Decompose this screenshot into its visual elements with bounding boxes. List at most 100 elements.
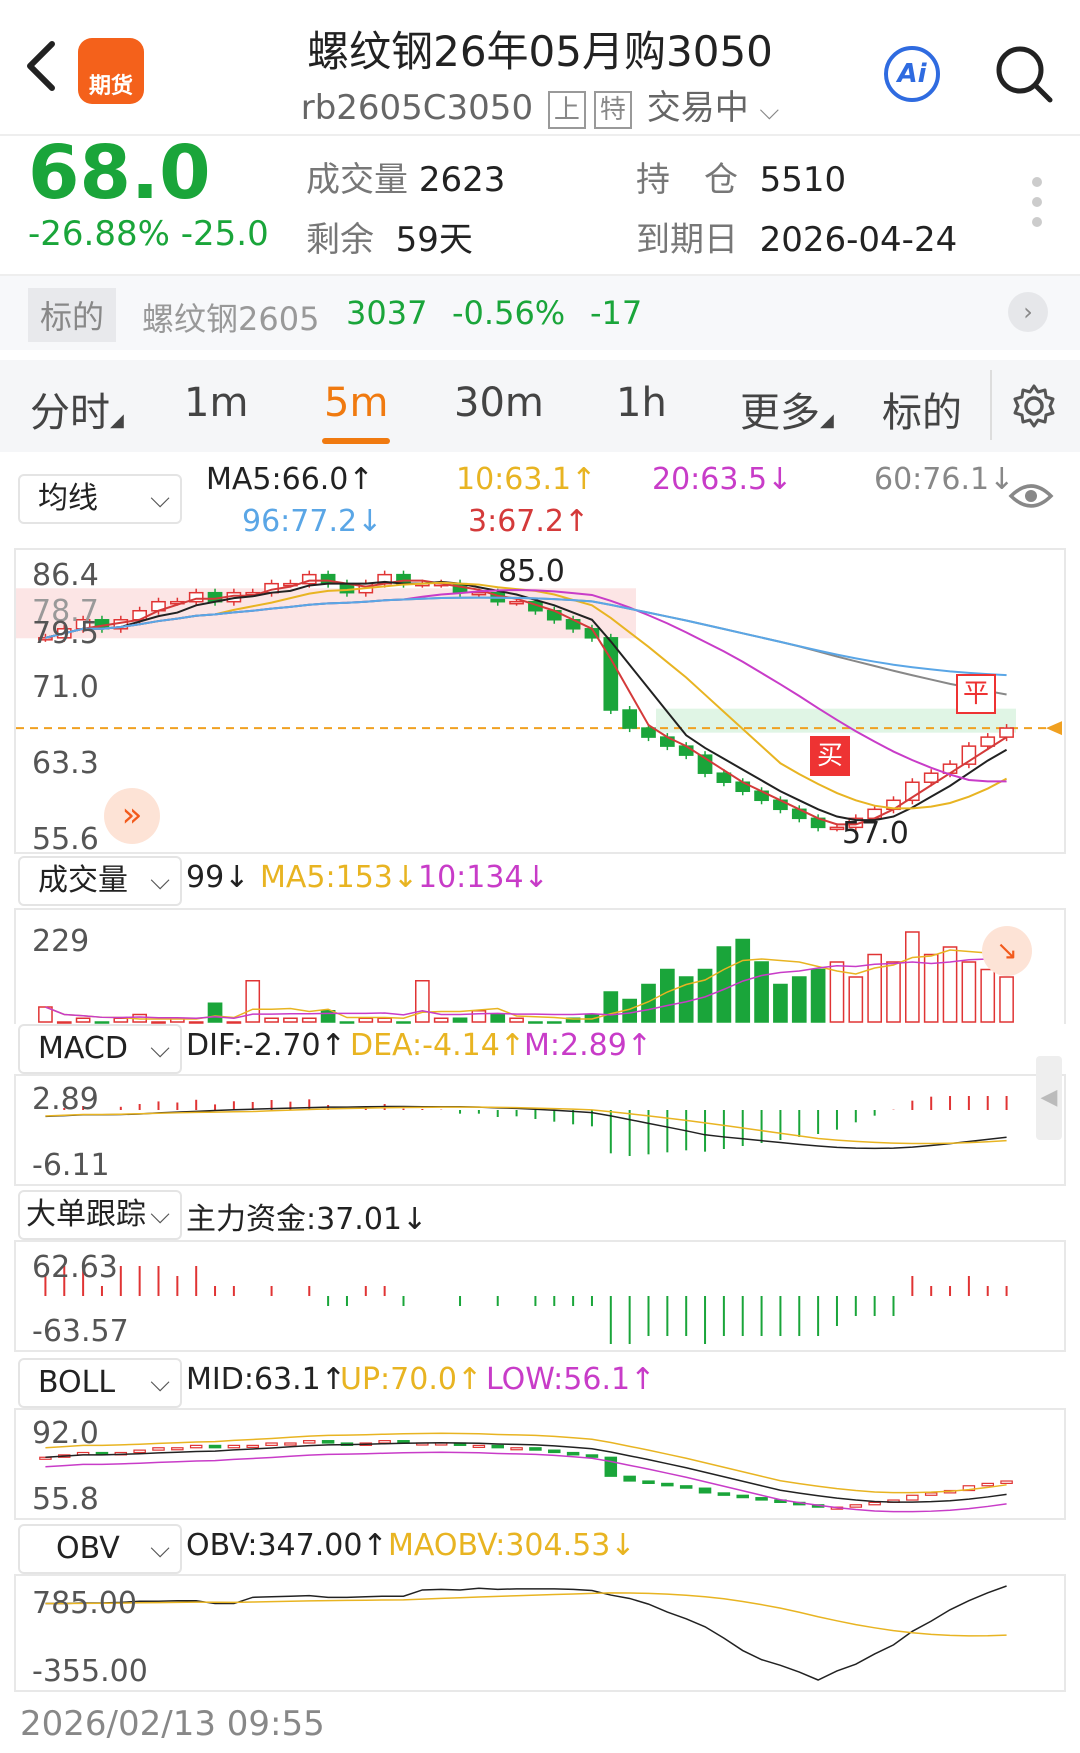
volume-stat: 成交量 2623 <box>306 160 506 200</box>
tab-1m[interactable]: 1m <box>184 380 248 426</box>
more-dots-icon[interactable] <box>1030 174 1044 230</box>
underlying-row[interactable]: 标的 螺纹钢2605 3037 -0.56% -17 › <box>0 274 1080 350</box>
candle-body <box>622 709 637 729</box>
volume-bar <box>320 1010 336 1023</box>
macd-chart[interactable]: 2.89 -6.11 ◀ <box>14 1056 1066 1186</box>
ai-assistant-button[interactable]: Ai <box>884 46 940 102</box>
chevron-down-icon[interactable]: ⌵ <box>760 96 780 126</box>
boll-candle <box>981 1482 994 1487</box>
candle-body <box>923 772 939 783</box>
boll-candle <box>868 1501 881 1506</box>
macd-selector[interactable]: MACD ⌵ <box>18 1024 182 1074</box>
eye-icon[interactable] <box>1008 480 1054 512</box>
boll-candle <box>906 1494 919 1501</box>
tab-timeshare[interactable]: 分时◢ <box>30 380 124 438</box>
ma10-value: 10:63.1↑ <box>456 462 597 497</box>
boll-candle <box>1000 1480 1013 1484</box>
obv-y-bottom: -355.00 <box>32 1654 148 1689</box>
volume-current: 99↓ <box>186 860 250 895</box>
boll-candle <box>472 1444 486 1448</box>
volume-bar <box>980 968 996 1023</box>
special-tag: 特 <box>593 90 632 129</box>
obv-ma-line <box>45 1592 1007 1637</box>
expand-left-icon[interactable]: » <box>104 788 160 844</box>
volume-bar <box>415 980 430 1023</box>
chevron-right-icon[interactable]: › <box>1008 292 1048 332</box>
close-marker[interactable]: 平 <box>956 674 996 714</box>
boll-candle <box>152 1447 165 1451</box>
macd-y-bottom: -6.11 <box>32 1148 110 1183</box>
boll-mid: MID:63.1↑ <box>186 1362 346 1397</box>
volume-selector[interactable]: 成交量 ⌵ <box>18 856 182 906</box>
volume-chart[interactable]: 229 ↘ <box>14 908 1066 1024</box>
high-price-label: 85.0 <box>498 554 565 589</box>
tab-5m[interactable]: 5m <box>324 380 388 426</box>
boll-up: UP:70.0↑ <box>340 1362 483 1397</box>
obv-y-top: 785.00 <box>32 1586 137 1621</box>
macd-m: M:2.89↑ <box>524 1028 652 1063</box>
tab-1h[interactable]: 1h <box>616 380 667 426</box>
volume-bar <box>942 946 958 1023</box>
ma-selector[interactable]: 均线 ⌵ <box>18 474 182 524</box>
boll-candle <box>529 1447 542 1451</box>
boll-candle <box>679 1485 693 1489</box>
boll-candle <box>189 1444 203 1449</box>
volume-bar <box>773 983 788 1023</box>
volume-bar <box>113 1017 129 1023</box>
change-percent: -26.88% <box>28 214 170 254</box>
boll-y-top: 92.0 <box>32 1416 99 1451</box>
boll-candle <box>548 1449 561 1454</box>
exchange-tag: 上 <box>547 90 586 129</box>
boll-candle <box>133 1449 146 1454</box>
boll-candle <box>321 1440 335 1444</box>
volume-bar <box>791 976 807 1023</box>
obv-selector[interactable]: OBV ⌵ <box>18 1524 182 1574</box>
y-tick-4: 55.6 <box>32 822 99 857</box>
boll-candle <box>642 1480 655 1484</box>
search-icon[interactable] <box>994 44 1054 104</box>
y-tick-0: 86.4 <box>32 558 99 593</box>
boll-chart[interactable]: 92.0 55.8 <box>14 1408 1066 1520</box>
boll-candle <box>924 1492 938 1496</box>
obv-value: OBV:347.00↑ <box>186 1528 388 1563</box>
ma96-value: 96:77.2↓ <box>242 504 383 539</box>
bigorder-chart[interactable]: 62.63 -63.57 <box>14 1240 1066 1352</box>
underlying-pct: -0.56% <box>452 294 566 332</box>
tab-underlying[interactable]: 标的 <box>882 380 962 438</box>
side-collapse-handle[interactable]: ◀ <box>1036 1056 1062 1140</box>
boll-candle <box>491 1444 504 1449</box>
volume-bar <box>396 1021 411 1024</box>
boll-low-line <box>45 1451 1007 1513</box>
boll-candle <box>510 1447 523 1451</box>
boll-candle <box>623 1475 636 1482</box>
resistance-zone <box>16 588 636 639</box>
expand-corner-icon[interactable]: ↘ <box>982 926 1032 976</box>
bigorder-y-top: 62.63 <box>32 1250 118 1285</box>
volume-bar <box>660 968 675 1023</box>
macd-dea-line <box>45 1106 1007 1145</box>
timestamp: 2026/02/13 09:55 <box>20 1704 325 1744</box>
volume-bar <box>377 1017 392 1023</box>
macd-svg <box>45 1096 1008 1156</box>
volume-bar <box>188 1021 204 1024</box>
gear-icon[interactable] <box>1010 382 1058 430</box>
volume-svg <box>38 931 1014 1024</box>
bigorder-selector[interactable]: 大单跟踪 ⌵ <box>18 1190 182 1240</box>
boll-svg <box>39 1432 1013 1513</box>
macd-dea: DEA:-4.14↑ <box>350 1028 525 1063</box>
boll-up-line <box>45 1432 1007 1494</box>
obv-line <box>45 1585 1007 1681</box>
boll-candle <box>171 1447 184 1451</box>
boll-candle <box>755 1497 768 1501</box>
ma20-value: 20:63.5↓ <box>652 462 793 497</box>
tab-more[interactable]: 更多◢ <box>740 380 834 438</box>
obv-chart[interactable]: 785.00 -355.00 <box>14 1574 1066 1692</box>
volume-bar <box>56 1021 72 1024</box>
boll-mid-line <box>45 1442 1007 1503</box>
buy-marker[interactable]: 买 <box>810 736 850 776</box>
candlestick-chart[interactable]: 86.4 78.7 79.5 71.0 63.3 55.6 85.0 57.0 … <box>14 548 1066 857</box>
boll-selector[interactable]: BOLL ⌵ <box>18 1358 182 1408</box>
tab-30m[interactable]: 30m <box>454 380 544 426</box>
boll-candle <box>661 1482 674 1487</box>
volume-bar <box>905 931 920 1023</box>
